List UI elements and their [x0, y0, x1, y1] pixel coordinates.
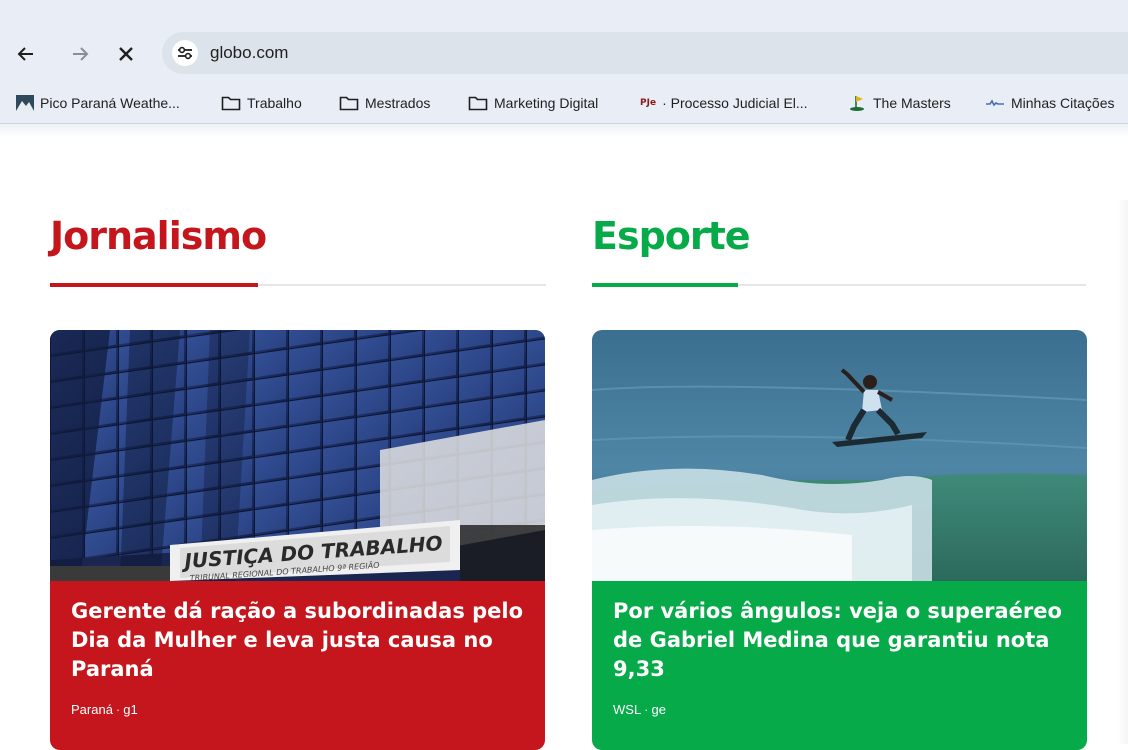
browser-toolbar: globo.com	[0, 0, 1128, 80]
folder-icon	[468, 95, 488, 111]
next-section-edge	[1118, 200, 1128, 744]
stop-loading-button[interactable]	[112, 40, 140, 68]
bookmarks-bar: Pico Paraná Weathe... Trabalho Mestrados…	[0, 80, 1128, 124]
bookmark-folder-trabalho[interactable]: Trabalho	[221, 92, 302, 114]
folder-icon	[221, 95, 241, 111]
meta-source: g1	[123, 702, 138, 717]
tune-icon	[178, 46, 192, 60]
bookmark-folder-mestrados[interactable]: Mestrados	[339, 92, 430, 114]
card-headline[interactable]: Por vários ângulos: veja o superaéreo de…	[613, 597, 1068, 684]
folder-icon	[339, 95, 359, 111]
news-card-jornalismo[interactable]: JUSTIÇA DO TRABALHO TRIBUNAL REGIONAL DO…	[50, 330, 545, 750]
card-body: Gerente dá ração a subordinadas pelo Dia…	[50, 581, 545, 750]
card-meta: Paraná · g1	[71, 702, 138, 717]
bookmark-label: Pico Paraná Weathe...	[40, 95, 180, 111]
forward-button[interactable]	[66, 40, 94, 68]
bookmark-processo-judicial[interactable]: PJe · Processo Judicial El...	[640, 92, 808, 114]
news-image-building: JUSTIÇA DO TRABALHO TRIBUNAL REGIONAL DO…	[50, 330, 545, 581]
section-title-jornalismo[interactable]: Jornalismo	[50, 214, 267, 258]
card-meta: WSL · ge	[613, 702, 666, 717]
mountain-favicon-icon	[16, 95, 34, 111]
bookmark-label: Trabalho	[247, 95, 302, 111]
section-title-esporte[interactable]: Esporte	[592, 214, 751, 258]
address-bar[interactable]: globo.com	[162, 32, 1128, 74]
bookmark-label: The Masters	[873, 95, 951, 111]
bookmark-label: Mestrados	[365, 95, 431, 111]
bookmark-the-masters[interactable]: The Masters	[847, 92, 951, 114]
meta-separator: ·	[644, 702, 649, 717]
back-button[interactable]	[12, 40, 40, 68]
section-accent-bar	[592, 283, 738, 287]
card-headline[interactable]: Gerente dá ração a subordinadas pelo Dia…	[71, 597, 526, 684]
page-top-shadow	[0, 124, 1128, 138]
arrow-left-icon	[17, 47, 33, 61]
news-card-esporte[interactable]: Por vários ângulos: veja o superaéreo de…	[592, 330, 1087, 750]
meta-source: ge	[651, 702, 666, 717]
meta-region: WSL	[613, 702, 642, 717]
url-text[interactable]: globo.com	[210, 43, 288, 63]
close-icon	[119, 47, 133, 61]
bookmark-pico-parana[interactable]: Pico Paraná Weathe...	[16, 92, 180, 114]
bookmark-label: · Processo Judicial El...	[662, 95, 808, 111]
pje-favicon-icon: PJe	[640, 98, 657, 108]
bookmark-folder-marketing-digital[interactable]: Marketing Digital	[468, 92, 598, 114]
meta-region: Paraná	[71, 702, 113, 717]
meta-separator: ·	[115, 702, 121, 717]
golf-flag-icon	[847, 94, 867, 112]
site-info-button[interactable]	[172, 40, 198, 66]
section-accent-bar	[50, 283, 258, 287]
card-body: Por vários ângulos: veja o superaéreo de…	[592, 581, 1087, 750]
bookmark-label: Minhas Citações	[1011, 95, 1115, 111]
bookmark-minhas-citacoes[interactable]: Minhas Citações	[985, 92, 1115, 114]
scholar-favicon-icon	[985, 98, 1005, 108]
news-image-surfer	[592, 330, 1087, 581]
bookmark-label: Marketing Digital	[494, 95, 599, 111]
arrow-right-icon	[73, 47, 89, 61]
